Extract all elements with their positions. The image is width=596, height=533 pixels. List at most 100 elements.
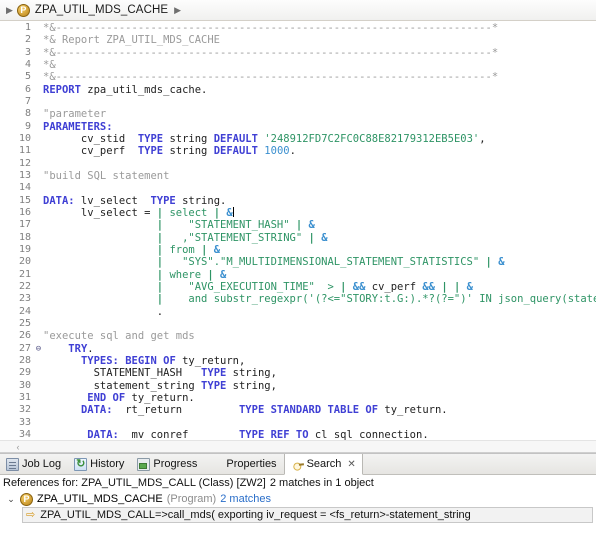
code-line[interactable]: 4 *&	[0, 59, 596, 71]
breadcrumb-trailing-arrow-icon[interactable]: ▶	[174, 5, 181, 15]
search-result-match-text[interactable]: ZPA_UTIL_MDS_CALL=>call_mds( exporting i…	[40, 509, 471, 521]
code-line[interactable]: 27 ⊖ TRY.	[0, 343, 596, 355]
code-text[interactable]: | "SYS"."M_MULTIDIMENSIONAL_STATEMENT_ST…	[43, 256, 596, 268]
token-str: '248912FD7C2FC0C88E82179312EB5E03'	[264, 132, 480, 145]
token-plain: .	[289, 145, 296, 158]
code-line[interactable]: 11 cv_perf TYPE string DEFAULT 1000.	[0, 145, 596, 157]
code-text[interactable]: REPORT zpa_util_mds_cache.	[43, 84, 596, 96]
tab-label: Progress	[153, 458, 198, 470]
code-text[interactable]: DATA: lv_select TYPE string.	[43, 195, 596, 207]
token-plain: string.	[175, 194, 227, 207]
horizontal-scrollbar[interactable]: ‹	[0, 440, 596, 452]
code-text[interactable]: | "AVG_EXECUTION_TIME" > | && cv_perf &&…	[43, 281, 596, 293]
code-line[interactable]: 6 REPORT zpa_util_mds_cache.	[0, 84, 596, 96]
code-lines[interactable]: 1 *&-------------------------------------…	[0, 21, 596, 440]
code-text[interactable]: | "STATEMENT_HASH" | &	[43, 219, 596, 231]
close-icon[interactable]: ✕	[347, 459, 355, 470]
breadcrumb-leading-arrow-icon[interactable]: ▶	[6, 5, 13, 15]
code-line[interactable]: 1 *&-------------------------------------…	[0, 22, 596, 34]
code-line[interactable]: 21 | where | &	[0, 269, 596, 281]
code-line[interactable]: 24 .	[0, 306, 596, 318]
code-text[interactable]: | where | &	[43, 269, 596, 281]
token-kw: DEFAULT	[213, 145, 258, 158]
code-line[interactable]: 34 DATA: mv_conref TYPE REF TO cl_sql_co…	[0, 429, 596, 440]
code-text[interactable]: *& Report ZPA_UTIL_MDS_CACHE	[43, 34, 596, 46]
search-results-tree[interactable]: ⌄ P ZPA_UTIL_MDS_CACHE (Program) 2 match…	[0, 491, 596, 533]
token-plain: cv_stid	[43, 132, 138, 145]
code-line[interactable]: 14	[0, 182, 596, 194]
code-line[interactable]: 10 cv_stid TYPE string DEFAULT '248912FD…	[0, 133, 596, 145]
code-line[interactable]: 33	[0, 417, 596, 429]
history-icon	[74, 457, 88, 471]
code-line[interactable]: 17 | "STATEMENT_HASH" | &	[0, 219, 596, 231]
code-line[interactable]: 15 DATA: lv_select TYPE string.	[0, 195, 596, 207]
tab-properties[interactable]: Properties	[204, 454, 283, 474]
code-line[interactable]: 19 | from | &	[0, 244, 596, 256]
token-kw: TYPE	[137, 132, 164, 145]
search-result-match-row[interactable]: ⇨ ZPA_UTIL_MDS_CALL=>call_mds( exporting…	[22, 507, 593, 523]
code-text[interactable]: lv_select = | select | &	[43, 206, 596, 219]
code-line[interactable]: 20 | "SYS"."M_MULTIDIMENSIONAL_STATEMENT…	[0, 256, 596, 268]
code-line[interactable]: 3 *&-------------------------------------…	[0, 47, 596, 59]
code-line[interactable]: 7	[0, 96, 596, 108]
code-text[interactable]: TRY.	[43, 343, 596, 355]
code-text[interactable]: *&	[43, 59, 596, 71]
code-text[interactable]: cv_stid TYPE string DEFAULT '248912FD7C2…	[43, 133, 596, 145]
scrollbar-track[interactable]	[36, 441, 596, 453]
tab-search[interactable]: Search ✕	[283, 454, 363, 475]
code-text[interactable]: *&--------------------------------------…	[43, 47, 596, 59]
tab-progress[interactable]: Progress	[131, 454, 204, 474]
code-text[interactable]: TYPES: BEGIN OF ty_return,	[43, 355, 596, 367]
code-line[interactable]: 8 "parameter	[0, 108, 596, 120]
search-result-node-label[interactable]: ZPA_UTIL_MDS_CACHE	[37, 493, 163, 505]
code-line[interactable]: 31 END OF ty_return.	[0, 392, 596, 404]
fold-toggle-icon[interactable]: ⊖	[34, 343, 43, 355]
code-line[interactable]: 26 "execute sql and get mds	[0, 330, 596, 342]
code-text[interactable]: .	[43, 306, 596, 318]
code-line[interactable]: 22 | "AVG_EXECUTION_TIME" > | && cv_perf…	[0, 281, 596, 293]
token-sqlk: ,"STATEMENT_STRING"	[163, 231, 309, 244]
code-line[interactable]: 23 | and substr_regexpr('(?<="STORY:t.G:…	[0, 293, 596, 305]
code-text[interactable]: | ,"STATEMENT_STRING" | &	[43, 232, 596, 244]
code-line[interactable]: 9 PARAMETERS:	[0, 121, 596, 133]
code-text[interactable]: END OF ty_return.	[43, 392, 596, 404]
code-text[interactable]: *&--------------------------------------…	[43, 71, 596, 83]
code-line[interactable]: 25	[0, 318, 596, 330]
code-line[interactable]: 2 *& Report ZPA_UTIL_MDS_CACHE	[0, 34, 596, 46]
goto-arrow-icon: ⇨	[26, 508, 36, 521]
code-line[interactable]: 13 "build SQL statement	[0, 170, 596, 182]
code-text[interactable]: DATA: mv_conref TYPE REF TO cl_sql_conne…	[43, 429, 596, 440]
code-line[interactable]: 30 statement_string TYPE string,	[0, 380, 596, 392]
code-line[interactable]: 18 | ,"STATEMENT_STRING" | &	[0, 232, 596, 244]
scroll-left-arrow-icon[interactable]: ‹	[0, 442, 36, 452]
code-text[interactable]: "build SQL statement	[43, 170, 596, 182]
breadcrumb-label[interactable]: ZPA_UTIL_MDS_CACHE	[35, 4, 168, 16]
line-number: 26	[18, 330, 31, 342]
token-kw: PARAMETERS:	[43, 120, 113, 133]
code-text[interactable]: | from | &	[43, 244, 596, 256]
code-line[interactable]: 16 lv_select = | select | &	[0, 206, 596, 219]
code-text[interactable]: "parameter	[43, 108, 596, 120]
code-text[interactable]: "execute sql and get mds	[43, 330, 596, 342]
code-text[interactable]: | and substr_regexpr('(?<="STORY:t.G:).*…	[43, 293, 596, 305]
code-text[interactable]: *&--------------------------------------…	[43, 22, 596, 34]
code-text[interactable]: STATEMENT_HASH TYPE string,	[43, 367, 596, 379]
token-amp: &	[466, 280, 473, 293]
code-editor[interactable]: 1 *&-------------------------------------…	[0, 21, 596, 453]
code-line[interactable]: 5 *&-------------------------------------…	[0, 71, 596, 83]
tab-job-log[interactable]: Job Log	[0, 454, 68, 474]
code-line[interactable]: 28 TYPES: BEGIN OF ty_return,	[0, 355, 596, 367]
code-line[interactable]: 32 DATA: rt_return TYPE STANDARD TABLE O…	[0, 404, 596, 416]
code-line[interactable]: 12	[0, 158, 596, 170]
search-result-node[interactable]: ⌄ P ZPA_UTIL_MDS_CACHE (Program) 2 match…	[0, 491, 596, 507]
ide-window: ▶ P ZPA_UTIL_MDS_CACHE ▶ 1 *&------------…	[0, 0, 596, 533]
code-line[interactable]: 29 STATEMENT_HASH TYPE string,	[0, 367, 596, 379]
code-text[interactable]: PARAMETERS:	[43, 121, 596, 133]
token-kw: DATA:	[43, 194, 75, 207]
code-text[interactable]: statement_string TYPE string,	[43, 380, 596, 392]
tab-history[interactable]: History	[68, 454, 131, 474]
chevron-down-icon[interactable]: ⌄	[6, 494, 16, 505]
code-text[interactable]: DATA: rt_return TYPE STANDARD TABLE OF t…	[43, 404, 596, 416]
code-text[interactable]: cv_perf TYPE string DEFAULT 1000.	[43, 145, 596, 157]
